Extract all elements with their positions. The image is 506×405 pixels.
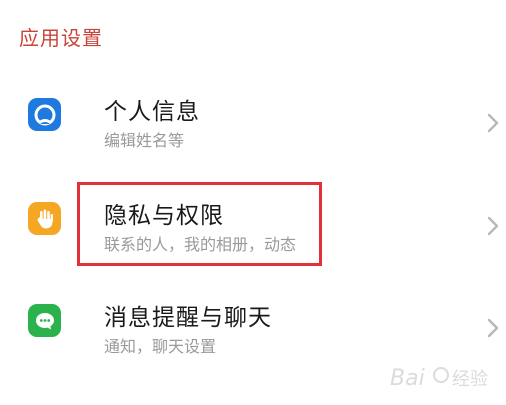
person-icon — [28, 98, 61, 131]
chevron-right-icon — [487, 113, 499, 133]
chevron-right-icon — [487, 216, 499, 236]
settings-item-title: 个人信息 — [104, 99, 200, 125]
settings-item-personal-info[interactable]: 个人信息 编辑姓名等 — [0, 70, 506, 160]
hand-icon — [28, 202, 61, 235]
chat-icon — [28, 304, 61, 337]
chevron-right-icon — [487, 318, 499, 338]
settings-item-subtitle: 通知，聊天设置 — [104, 337, 217, 356]
settings-item-subtitle: 编辑姓名等 — [104, 131, 185, 150]
settings-item-title: 消息提醒与聊天 — [104, 305, 272, 331]
settings-screen: 应用设置 个人信息 编辑姓名等 隐私与权限 联系的人，我的相册，动态 消息提醒与… — [0, 0, 506, 405]
highlight-annotation-box — [77, 182, 322, 266]
svg-text:经验: 经验 — [452, 369, 488, 390]
section-title: 应用设置 — [19, 26, 103, 50]
svg-text:Bai: Bai — [390, 366, 425, 391]
baidu-watermark-logo: Bai 经验 — [390, 366, 488, 391]
